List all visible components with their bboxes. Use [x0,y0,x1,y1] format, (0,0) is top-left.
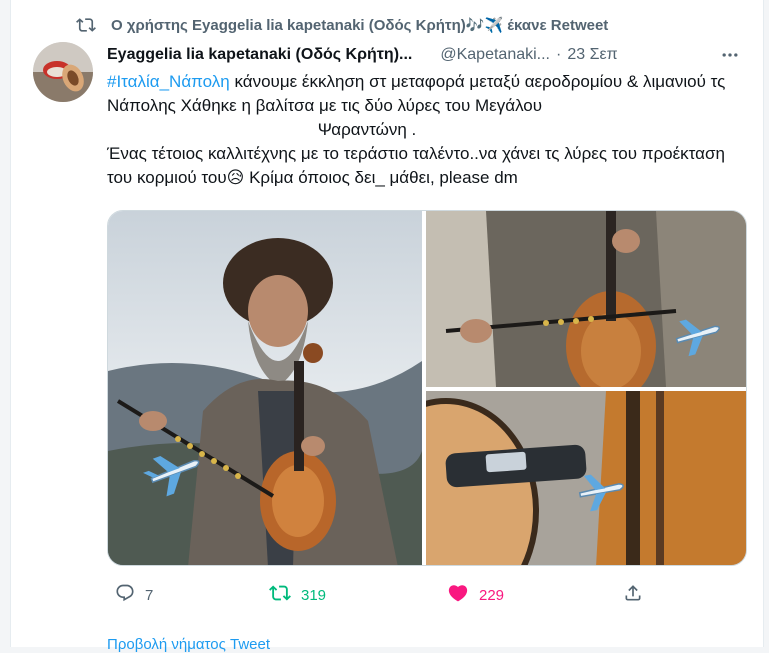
media-photo-1[interactable] [108,211,422,565]
media-photo-2[interactable] [426,211,746,401]
author-handle[interactable]: @Kapetanaki... [440,46,550,64]
share-icon [623,583,643,607]
retweet-banner[interactable]: Ο χρήστης Eyaggelia lia kapetanaki (Οδός… [75,14,608,36]
retweet-banner-text: Ο χρήστης Eyaggelia lia kapetanaki (Οδός… [111,17,609,34]
tweet-text-line3: Ένας τέτοιος καλλιτέχνης με το τεράστιο … [107,144,725,187]
media-photo-3[interactable] [353,391,746,565]
retweet-icon [269,582,291,608]
tweet-actions: 7 319 229 [107,580,747,610]
share-button[interactable] [623,580,643,610]
separator-dot: · [556,46,562,63]
more-dots-icon[interactable] [717,42,743,68]
author-name[interactable]: Eyaggelia lia kapetanaki (Οδός Κρήτη)... [107,46,412,64]
tweet-card[interactable]: Ο χρήστης Eyaggelia lia kapetanaki (Οδός… [10,0,764,653]
tweet-text-line2: Ψαραντώνη . [317,120,417,139]
heart-icon [447,582,469,608]
tweet-text: #Ιταλία_Νάπολη κάνουμε έκκληση στ μεταφο… [107,70,747,190]
like-count: 229 [479,586,505,604]
retweet-icon [75,14,97,36]
media-grid [107,210,747,566]
tweet-date[interactable]: 23 Σεπ [567,46,617,64]
tweet-header: Eyaggelia lia kapetanaki (Οδός Κρήτη)...… [107,44,747,66]
reply-button[interactable]: 7 [115,580,153,610]
retweet-button[interactable]: 319 [269,580,326,610]
retweet-count: 319 [301,586,327,604]
hashtag-link[interactable]: #Ιταλία_Νάπολη [107,72,230,91]
like-button[interactable]: 229 [447,580,504,610]
show-thread-link[interactable]: Προβολή νήματος Tweet [107,636,270,653]
reply-icon [115,583,135,607]
reply-count: 7 [145,586,154,604]
avatar[interactable] [33,42,93,102]
